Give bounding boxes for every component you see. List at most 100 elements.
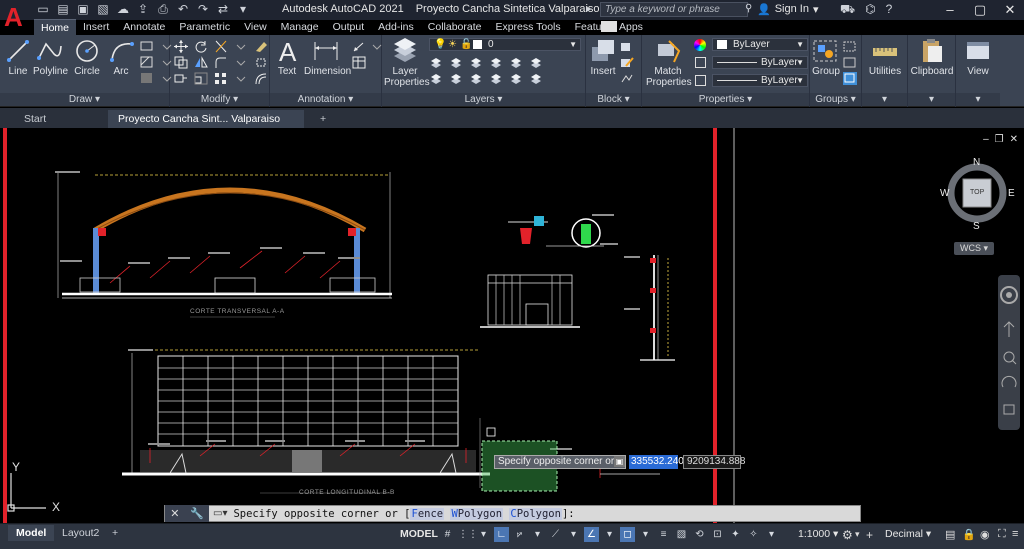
lock-icon[interactable]: ▣ (614, 456, 625, 467)
panel-clipboard-title[interactable]: ▾ (908, 93, 955, 106)
undo-icon[interactable]: ↶ (176, 2, 190, 16)
search-input[interactable]: Type a keyword or phrase (600, 2, 748, 17)
color-wheel-icon[interactable] (694, 39, 706, 51)
connect-icon[interactable]: ⌬ (865, 2, 875, 18)
command-line[interactable]: ✕ 🔧 ▭▾ Specify opposite corner or [Fence… (164, 505, 861, 522)
redo-icon[interactable]: ↷ (196, 2, 210, 16)
layer-freeze-icon[interactable] (469, 56, 483, 69)
annotation-visibility-icon[interactable]: ✦ (728, 527, 743, 542)
workspace-dropdown-icon[interactable]: ▾ (236, 2, 250, 16)
make-current-icon[interactable] (509, 56, 523, 69)
tab-annotate[interactable]: Annotate (116, 19, 172, 35)
chevron-down-icon[interactable]: ▾ (602, 527, 617, 542)
dynamic-input-y[interactable]: 9209134.888 (683, 455, 745, 469)
copy-icon[interactable] (174, 56, 188, 69)
layer-merge-icon[interactable] (529, 72, 543, 85)
erase-icon[interactable] (254, 40, 268, 53)
group-edit-icon[interactable] (843, 56, 857, 69)
clipboard-button[interactable]: Clipboard (910, 38, 954, 77)
rotate-icon[interactable] (194, 40, 208, 53)
scale-icon[interactable] (194, 72, 208, 85)
tab-collaborate[interactable]: Collaborate (421, 19, 489, 35)
layout-tab-model[interactable]: Model (8, 525, 55, 541)
hatch-icon[interactable] (140, 56, 154, 69)
isolate-objects-icon[interactable]: ◉ (980, 528, 990, 541)
offset-icon[interactable] (254, 72, 268, 85)
compass-east[interactable]: E (1008, 188, 1015, 199)
tab-insert[interactable]: Insert (76, 19, 116, 35)
panel-layers-title[interactable]: Layers ▾ (382, 93, 585, 106)
drawing-tab[interactable]: Proyecto Cancha Sint... Valparaiso OKK (… (108, 110, 304, 143)
compass-west[interactable]: W (940, 188, 949, 199)
polyline-button[interactable]: Polyline (33, 38, 68, 77)
selection-cycling-icon[interactable]: ⟲ (692, 527, 707, 542)
minimize-icon[interactable]: – (935, 0, 965, 20)
leader-icon[interactable] (352, 40, 366, 53)
trim-icon[interactable] (214, 40, 228, 53)
cloud-icon[interactable]: ☁ (116, 2, 130, 16)
model-space-button[interactable]: MODEL (400, 528, 438, 540)
compass-south[interactable]: S (973, 221, 980, 232)
save-as-icon[interactable]: ▧ (96, 2, 110, 16)
quick-properties-icon[interactable]: ▤ (945, 528, 955, 541)
panel-annotation-title[interactable]: Annotation ▾ (270, 93, 381, 106)
tab-view[interactable]: View (237, 19, 274, 35)
grid-icon[interactable]: # (440, 527, 455, 542)
search-expand-icon[interactable]: ▸ (586, 2, 592, 15)
match-properties-button[interactable]: Match Properties (646, 38, 692, 88)
close-icon[interactable]: ✕ (1010, 134, 1018, 145)
polar-icon[interactable]: ⦬ (512, 527, 527, 542)
rectangle-icon[interactable] (140, 40, 154, 53)
group-selection-icon[interactable] (843, 72, 857, 85)
compass-north[interactable]: N (973, 157, 980, 168)
layer-thaw-icon[interactable] (489, 72, 503, 85)
chevron-down-icon[interactable]: ▾ (476, 527, 491, 542)
share-icon[interactable]: ⇪ (136, 2, 150, 16)
cart-icon[interactable]: ⛟ (840, 2, 855, 18)
lock-ui-icon[interactable]: 🔒 (962, 528, 976, 541)
layer-properties-button[interactable]: Layer Properties (384, 38, 430, 88)
search-icon[interactable]: ⚲ (745, 3, 752, 14)
units-selector[interactable]: Decimal ▾ (885, 528, 931, 540)
panel-modify-title[interactable]: Modify ▾ (170, 93, 269, 106)
table-icon[interactable] (352, 56, 366, 69)
open-file-icon[interactable]: ▤ (56, 2, 70, 16)
linetype-icon[interactable] (695, 57, 706, 68)
layer-lock-icon[interactable] (489, 56, 503, 69)
option-fence[interactable]: Fence (410, 507, 445, 520)
chevron-down-icon[interactable]: ▾ (566, 527, 581, 542)
array-icon[interactable] (214, 72, 228, 85)
layer-unlock-icon[interactable] (509, 72, 523, 85)
transparency-icon[interactable]: ▧ (674, 527, 689, 542)
layer-unisolate-icon[interactable] (469, 72, 483, 85)
option-wpolygon[interactable]: WPolygon (450, 507, 504, 520)
chevron-down-icon[interactable]: ▾ (530, 527, 545, 542)
add-layout-button[interactable]: + (104, 525, 126, 541)
maximize-icon[interactable]: ▢ (965, 0, 995, 20)
tab-home[interactable]: Home (34, 19, 77, 35)
color-dropdown[interactable]: ByLayer ▼ (712, 38, 808, 51)
edit-block-icon[interactable] (620, 56, 634, 69)
close-icon[interactable]: ✕ (995, 0, 1024, 20)
dropdown-arrow-icon[interactable] (234, 40, 248, 53)
dimension-button[interactable]: Dimension (304, 38, 351, 77)
insert-button[interactable]: Insert (588, 38, 618, 77)
tab-output[interactable]: Output (326, 19, 372, 35)
print-icon[interactable]: ⎙ (156, 2, 170, 16)
object-snap-icon[interactable]: ◻ (620, 527, 635, 542)
share-view-icon[interactable]: ⇄ (216, 2, 230, 16)
object-snap-tracking-icon[interactable]: ∠ (584, 527, 599, 542)
plus-icon[interactable]: + (866, 528, 873, 542)
customization-icon[interactable]: ≡ (1012, 528, 1018, 540)
sign-in-button[interactable]: 👤 Sign In ▾ (757, 3, 818, 16)
help-icon[interactable]: ? (886, 2, 893, 18)
viewcube[interactable]: N S E W TOP (940, 155, 1020, 255)
wrench-icon[interactable]: 🔧 (190, 507, 204, 520)
fullscreen-icon[interactable]: ⛶ (998, 528, 1006, 541)
panel-view-title[interactable]: ▾ (956, 93, 1000, 106)
mirror-icon[interactable] (194, 56, 208, 69)
ribbon-minimize-icon[interactable] (601, 21, 617, 32)
panel-draw-title[interactable]: Draw ▾ (0, 93, 169, 106)
view-button[interactable]: View (958, 38, 998, 77)
layer-isolate-icon[interactable] (449, 56, 463, 69)
